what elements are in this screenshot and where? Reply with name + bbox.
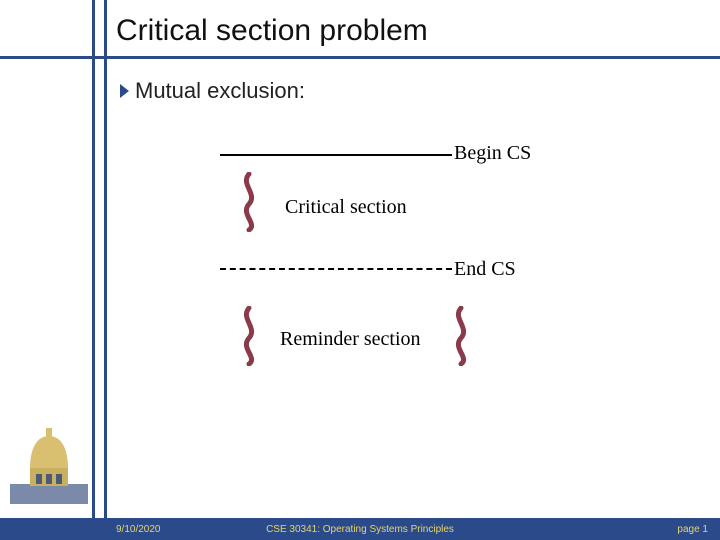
squiggle-icon (446, 306, 476, 366)
bullet-text: Mutual exclusion: (135, 78, 305, 104)
dashed-line (220, 268, 452, 270)
footer-course: CSE 30341: Operating Systems Principles (266, 524, 454, 535)
solid-line (220, 154, 452, 156)
bullet-arrow-icon (120, 84, 129, 98)
slide-title: Critical section problem (116, 14, 428, 48)
footer-date: 9/10/2020 (116, 524, 161, 535)
horizontal-rule (0, 56, 720, 59)
footer-bar: 9/10/2020 CSE 30341: Operating Systems P… (0, 518, 720, 540)
dome-logo-icon (10, 426, 88, 504)
label-critical-section: Critical section (285, 196, 407, 219)
vertical-rule-2 (104, 0, 107, 540)
diagram: Begin CS Critical section End CS Reminde… (190, 130, 570, 430)
label-end-cs: End CS (454, 258, 516, 281)
bullet-row: Mutual exclusion: (120, 78, 305, 104)
label-begin-cs: Begin CS (454, 142, 531, 165)
squiggle-icon (234, 306, 264, 366)
vertical-rule-1 (92, 0, 95, 540)
label-reminder-section: Reminder section (280, 328, 421, 351)
squiggle-icon (234, 172, 264, 232)
footer-page: page 1 (677, 524, 708, 535)
